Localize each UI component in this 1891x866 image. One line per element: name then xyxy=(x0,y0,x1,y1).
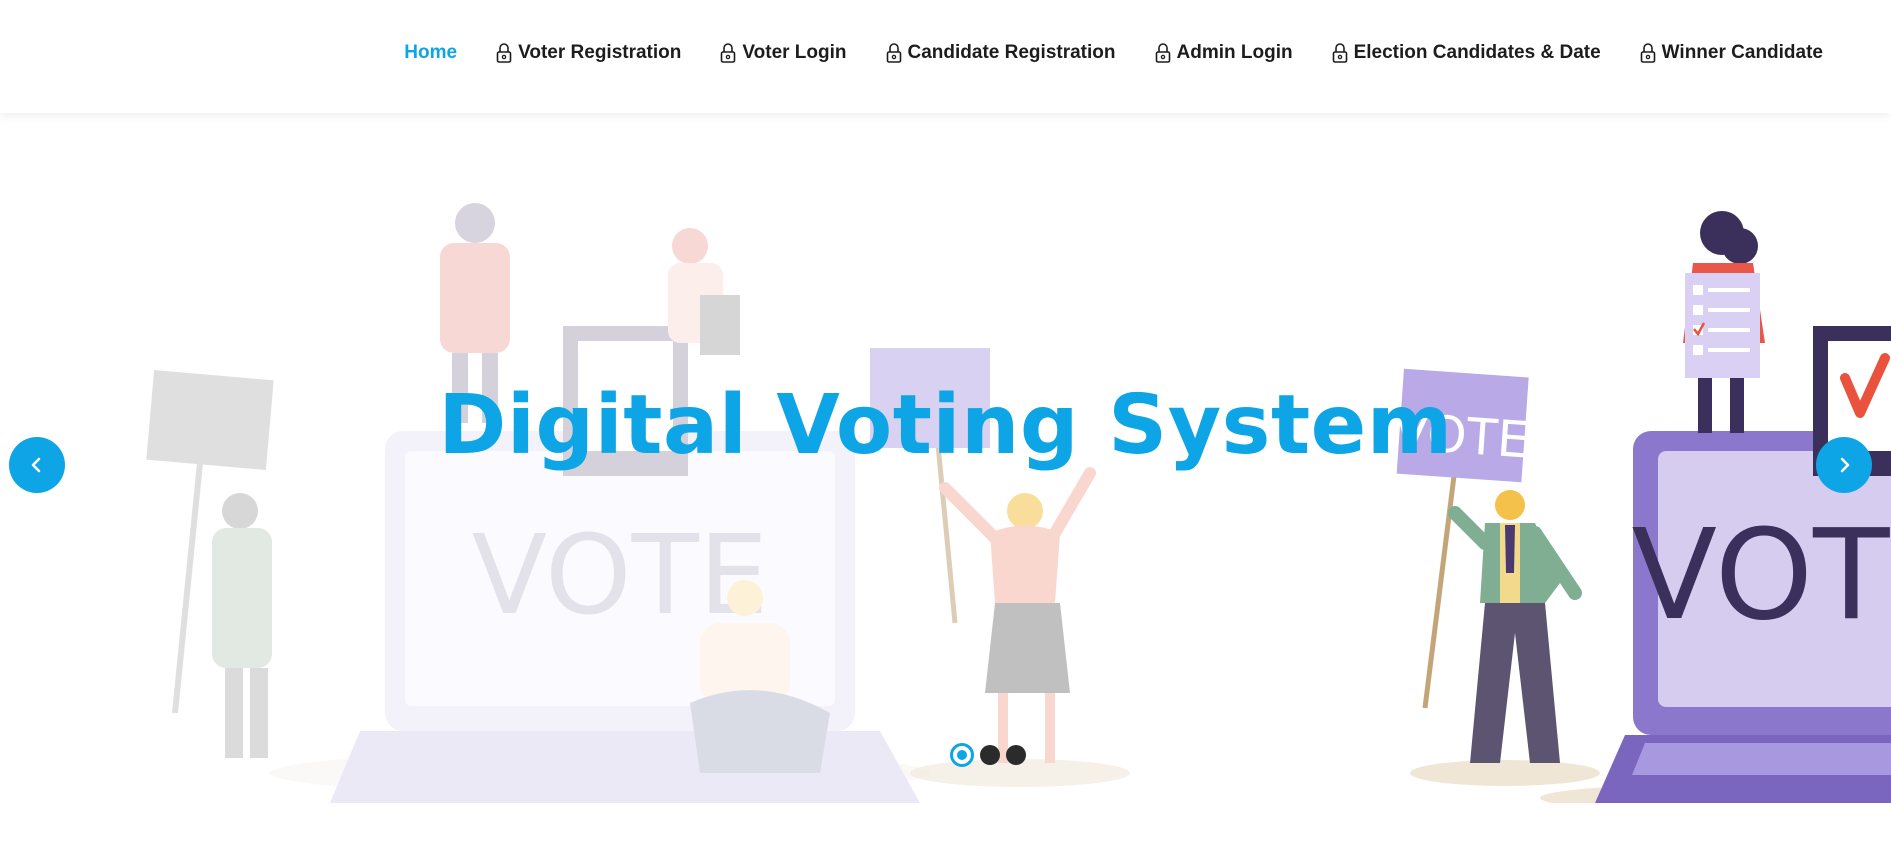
hero-title: Digital Voting System xyxy=(438,378,1453,473)
chevron-left-icon xyxy=(31,457,41,473)
nav-item-voter-registration[interactable]: Voter Registration xyxy=(496,42,681,64)
scene-right: VOTE VOTE xyxy=(1392,211,1891,803)
nav-item-label: Admin Login xyxy=(1176,41,1293,63)
carousel-dot-3[interactable] xyxy=(1006,745,1026,765)
hero-carousel: VOTE VOTE VOT Digital Voting System xyxy=(0,113,1891,803)
nav-item-label: Winner Candidate xyxy=(1661,41,1823,63)
nav-menu: Home Voter Registration Voter Login Cand… xyxy=(365,0,1823,105)
lock-icon xyxy=(1155,42,1170,63)
nav-item-voter-login[interactable]: Voter Login xyxy=(720,41,847,64)
carousel-next-button[interactable] xyxy=(1816,437,1872,493)
nav-item-label: Voter Login xyxy=(742,41,847,63)
nav-item-admin-login[interactable]: Admin Login xyxy=(1155,42,1293,64)
lock-icon xyxy=(1332,42,1347,63)
lock-icon xyxy=(721,42,736,63)
lock-icon xyxy=(1640,42,1655,63)
lock-icon xyxy=(496,42,512,63)
carousel-dot-1[interactable] xyxy=(950,743,974,767)
nav-item-label: Voter Registration xyxy=(518,41,682,63)
top-navbar: Home Voter Registration Voter Login Cand… xyxy=(0,0,1891,113)
chevron-right-icon xyxy=(1840,457,1850,473)
nav-item-home[interactable]: Home xyxy=(404,42,457,64)
laptop-screen-text: VOTE xyxy=(472,511,769,639)
carousel-indicators xyxy=(950,743,1032,767)
nav-item-label: Candidate Registration xyxy=(907,41,1116,63)
faded-scene-left: VOTE xyxy=(146,203,990,803)
nav-item-winner-candidate[interactable]: Winner Candidate xyxy=(1640,42,1823,64)
carousel-dot-2[interactable] xyxy=(980,745,1000,765)
nav-item-election-candidates[interactable]: Election Candidates & Date xyxy=(1332,42,1601,64)
lock-icon xyxy=(886,42,901,63)
carousel-prev-button[interactable] xyxy=(9,437,65,493)
nav-item-label: Election Candidates & Date xyxy=(1353,41,1601,63)
laptop-screen-text-right: VOTE xyxy=(1631,503,1891,648)
nav-item-label: Home xyxy=(404,41,458,63)
nav-item-candidate-registration[interactable]: Candidate Registration xyxy=(886,42,1116,64)
